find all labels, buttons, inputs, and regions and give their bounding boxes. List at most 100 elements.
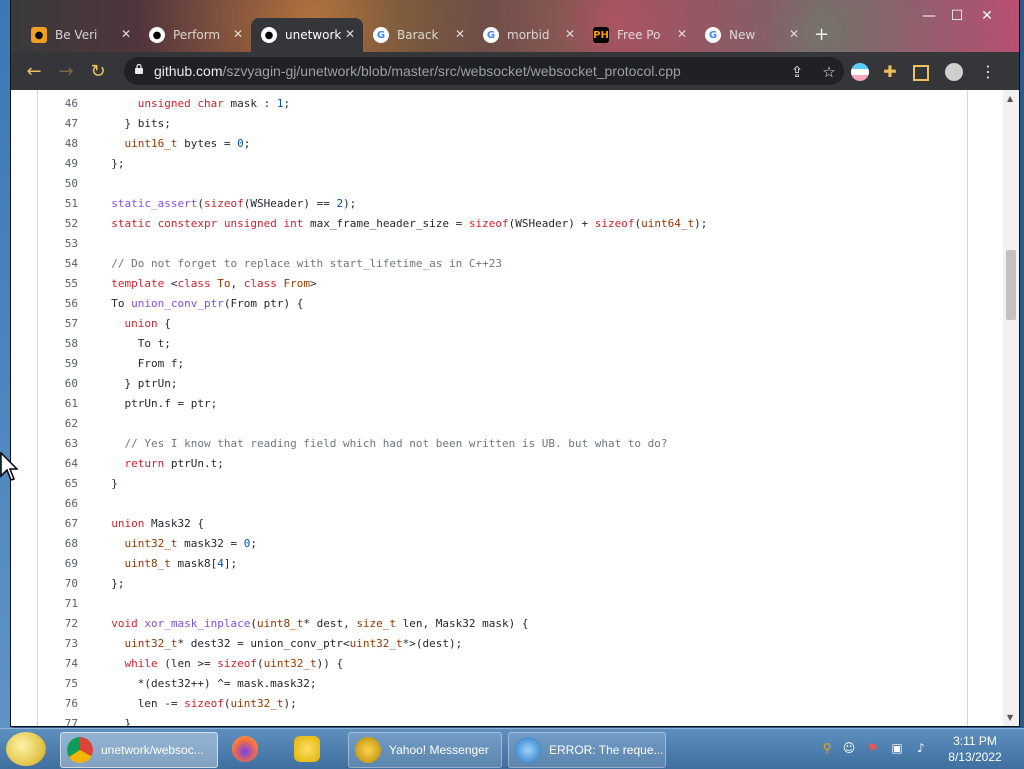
taskbar-item-yahoo-users[interactable] (288, 732, 336, 766)
volume-icon[interactable]: ♪ (914, 741, 928, 755)
line-number[interactable]: 57 (38, 314, 98, 334)
close-icon[interactable]: ✕ (677, 27, 687, 41)
tab-1[interactable]: ● Perform ✕ (139, 18, 251, 52)
close-icon[interactable]: ✕ (121, 27, 131, 41)
line-number[interactable]: 65 (38, 474, 98, 494)
code-line: 52 static constexpr unsigned int max_fra… (38, 214, 967, 234)
scrollbar-thumb[interactable] (1006, 250, 1016, 320)
line-number[interactable]: 59 (38, 354, 98, 374)
minimize-button[interactable]: — (915, 6, 943, 26)
taskbar-label: ERROR: The reque... (549, 743, 664, 757)
tab-3[interactable]: G Barack ✕ (363, 18, 473, 52)
side-panel-icon[interactable] (913, 65, 929, 81)
taskbar-item-chrome[interactable]: unetwork/websoc... (60, 732, 218, 768)
yahoo-users-icon (294, 736, 320, 762)
taskbar: unetwork/websoc... Yahoo! Messenger ERRO… (0, 728, 1024, 769)
line-number[interactable]: 71 (38, 594, 98, 614)
line-number[interactable]: 75 (38, 674, 98, 694)
back-arrow-icon[interactable]: ← (23, 61, 45, 83)
line-number[interactable]: 70 (38, 574, 98, 594)
taskbar-label: unetwork/websoc... (101, 743, 204, 757)
line-number[interactable]: 55 (38, 274, 98, 294)
line-number[interactable]: 68 (38, 534, 98, 554)
line-number[interactable]: 60 (38, 374, 98, 394)
share-icon[interactable]: ⇪ (788, 63, 806, 81)
code-line: 63 // Yes I know that reading field whic… (38, 434, 967, 454)
taskbar-item-yahoo-messenger[interactable]: Yahoo! Messenger (348, 732, 502, 768)
line-number[interactable]: 56 (38, 294, 98, 314)
line-number[interactable]: 50 (38, 174, 98, 194)
code-text: uint32_t mask32 = 0; (124, 537, 257, 550)
search-icon[interactable]: ⚲ (820, 741, 834, 755)
maximize-button[interactable]: ☐ (943, 6, 971, 26)
line-number[interactable]: 67 (38, 514, 98, 534)
line-number[interactable]: 69 (38, 554, 98, 574)
reload-icon[interactable]: ↻ (87, 61, 109, 83)
close-icon[interactable]: ✕ (789, 27, 799, 41)
code-text: static_assert(sizeof(WSHeader) == 2); (111, 197, 357, 210)
line-number[interactable]: 49 (38, 154, 98, 174)
puzzle-extensions-icon[interactable]: ✚ (881, 63, 899, 81)
close-icon[interactable]: ✕ (565, 27, 575, 41)
line-number[interactable]: 76 (38, 694, 98, 714)
extension-flag-icon[interactable] (851, 63, 869, 81)
system-clock[interactable]: 3:11 PM 8/13/2022 (940, 733, 1010, 765)
tab-title: unetwork (285, 28, 342, 42)
new-tab-button[interactable]: + (814, 24, 829, 45)
close-icon[interactable]: ✕ (233, 27, 243, 41)
close-icon[interactable]: ✕ (455, 27, 465, 41)
tab-4[interactable]: G morbid ✕ (473, 18, 583, 52)
tab-6[interactable]: G New ✕ (695, 18, 807, 52)
scrollbar[interactable]: ▲ ▼ (1003, 90, 1019, 726)
code-line: 67 union Mask32 { (38, 514, 967, 534)
line-number[interactable]: 51 (38, 194, 98, 214)
forward-arrow-icon[interactable]: → (55, 61, 77, 83)
line-number[interactable]: 72 (38, 614, 98, 634)
line-number[interactable]: 46 (38, 94, 98, 114)
line-number[interactable]: 58 (38, 334, 98, 354)
start-button[interactable] (6, 732, 46, 766)
network-icon[interactable]: ▣ (890, 741, 904, 755)
tab-title: morbid (507, 28, 550, 42)
code-text: union Mask32 { (111, 517, 204, 530)
tab-icon-generic: ● (31, 27, 47, 43)
line-number[interactable]: 63 (38, 434, 98, 454)
code-line: 46 unsigned char mask : 1; (38, 94, 967, 114)
tab-active[interactable]: ● unetwork ✕ (251, 18, 363, 52)
lock-icon (135, 64, 143, 74)
line-number[interactable]: 77 (38, 714, 98, 726)
line-number[interactable]: 61 (38, 394, 98, 414)
menu-dots-icon[interactable]: ⋮ (979, 63, 997, 81)
line-number[interactable]: 73 (38, 634, 98, 654)
close-button[interactable]: ✕ (973, 6, 1001, 26)
security-flag-icon[interactable]: ⚑ (866, 741, 880, 755)
scroll-up-arrow-icon[interactable]: ▲ (1007, 94, 1013, 103)
taskbar-item-ie[interactable]: ERROR: The reque... (508, 732, 666, 768)
emoji-icon[interactable]: ☺ (842, 741, 856, 755)
code-line: 47 } bits; (38, 114, 967, 134)
line-number[interactable]: 54 (38, 254, 98, 274)
code-line: 55 template <class To, class From> (38, 274, 967, 294)
profile-avatar-icon[interactable] (945, 63, 963, 81)
line-number[interactable]: 48 (38, 134, 98, 154)
tab-title: Be Veri (55, 28, 98, 42)
code-line: 76 len -= sizeof(uint32_t); (38, 694, 967, 714)
line-number[interactable]: 47 (38, 114, 98, 134)
address-bar[interactable]: github.com/szvyagin-gj/unetwork/blob/mas… (124, 57, 844, 85)
scroll-down-arrow-icon[interactable]: ▼ (1007, 713, 1013, 722)
taskbar-item-firefox[interactable] (226, 732, 274, 766)
line-number[interactable]: 53 (38, 234, 98, 254)
bookmark-star-icon[interactable]: ☆ (820, 63, 838, 81)
line-number[interactable]: 52 (38, 214, 98, 234)
tab-5[interactable]: PH Free Po ✕ (583, 18, 695, 52)
line-number[interactable]: 66 (38, 494, 98, 514)
line-number[interactable]: 62 (38, 414, 98, 434)
code-line: 62 (38, 414, 967, 434)
line-number[interactable]: 64 (38, 454, 98, 474)
tab-0[interactable]: ● Be Veri ✕ (21, 18, 139, 52)
line-number[interactable]: 74 (38, 654, 98, 674)
close-icon[interactable]: ✕ (345, 27, 355, 41)
